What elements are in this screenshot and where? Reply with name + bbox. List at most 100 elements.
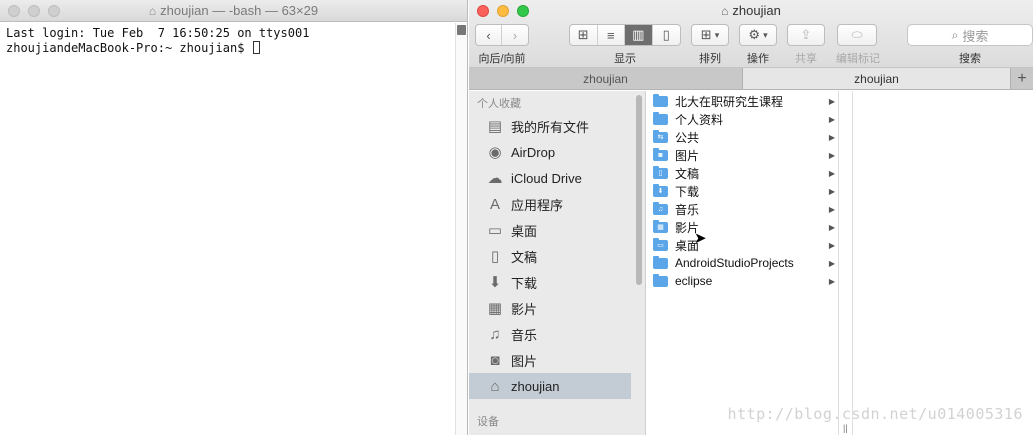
terminal-output[interactable]: Last login: Tue Feb 7 16:50:25 on ttys00… — [0, 23, 455, 435]
columns-icon: ▥ — [632, 27, 645, 42]
sidebar-item-label: 文稿 — [511, 249, 538, 265]
sidebar-item-label: iCloud Drive — [511, 170, 582, 186]
disclosure-arrow-icon: ▶ — [828, 258, 835, 268]
chevron-left-icon: ‹ — [486, 27, 491, 43]
tab-zhoujian-2[interactable]: zhoujian — [743, 68, 1011, 89]
sidebar-item-0[interactable]: ▤ 我的所有文件 — [469, 113, 645, 139]
home-icon: ⌂ — [148, 4, 157, 18]
downloads-icon: ⬇ — [488, 274, 502, 291]
search-input[interactable]: ⌕ 搜索 — [907, 24, 1033, 46]
sidebar-item-1[interactable]: ◉ AirDrop — [469, 139, 645, 165]
folder-icon: ▯ — [653, 165, 668, 179]
chevron-down-icon: ▾ — [714, 29, 720, 40]
disclosure-arrow-icon: ▶ — [828, 186, 835, 196]
list-item[interactable]: ♫ 音乐 ▶ — [647, 200, 838, 218]
sidebar: 个人收藏 ▤ 我的所有文件 ◉ AirDrop ☁ iCloud Drive A 应用程序 ▭ 桌… — [469, 91, 646, 435]
list-item[interactable]: AndroidStudioProjects ▶ — [647, 254, 838, 272]
list-icon: ≡ — [606, 27, 615, 43]
arrange-label: 排列 — [699, 53, 721, 65]
documents-icon: ▯ — [490, 248, 500, 265]
list-item[interactable]: ⇆ 公共 ▶ — [647, 128, 838, 146]
share-button[interactable]: ⇪ — [787, 24, 825, 46]
back-button[interactable]: ‹ — [476, 25, 503, 45]
list-item[interactable]: ▦ 影片 ▶ — [647, 218, 838, 236]
sidebar-item-label: AirDrop — [511, 144, 556, 160]
nav-label: 向后/向前 — [478, 53, 526, 65]
desktop-icon: ▭ — [487, 222, 503, 239]
sidebar-item-4[interactable]: ▭ 桌面 — [469, 217, 645, 243]
sidebar-item-5[interactable]: ▯ 文稿 — [469, 243, 645, 269]
list-item[interactable]: 个人资料 ▶ — [647, 110, 838, 128]
column-home-list: 北大在职研究生课程 ▶ 个人资料 ▶ ⇆ 公共 ▶ ◙ 图片 ▶ ▯ 文稿 ▶ ⬇ 下载 ▶ ♫ 音乐 ▶ ▦ 影片 ▶ ▭… — [647, 92, 838, 290]
list-item-label: AndroidStudioProjects — [675, 256, 794, 270]
back-forward-control: ‹ › — [475, 24, 529, 46]
finder-window: ⌂ zhoujian ‹ › 向后/向前 ⊞ ≡ ▥ ▯ 显示 ⊞ ▾ 排列 ⚙ ▾ … — [469, 0, 1033, 435]
list-item[interactable]: ▯ 文稿 ▶ — [647, 164, 838, 182]
terminal-window: ⌂ zhoujian — -bash — 63×29 Last login: Tu… — [0, 0, 468, 435]
home-icon: ⌂ — [721, 4, 729, 18]
sidebar-item-label: 我的所有文件 — [511, 119, 590, 135]
sidebar-scrollbar[interactable] — [636, 95, 642, 285]
sidebar-item-9[interactable]: ◙ 图片 — [469, 347, 645, 373]
list-view-button[interactable]: ≡ — [598, 25, 625, 45]
sidebar-item-6[interactable]: ⬇ 下载 — [469, 269, 645, 295]
share-icon: ⇪ — [800, 27, 812, 42]
sidebar-item-7[interactable]: ▦ 影片 — [469, 295, 645, 321]
disclosure-arrow-icon: ▶ — [828, 204, 835, 214]
forward-button[interactable]: › — [502, 25, 528, 45]
list-item-label: 文稿 — [675, 166, 700, 181]
column-resize-handle[interactable]: || — [843, 423, 848, 433]
sidebar-item-3[interactable]: A 应用程序 — [469, 191, 645, 217]
sidebar-item-8[interactable]: ♫ 音乐 — [469, 321, 645, 347]
action-label: 操作 — [747, 53, 769, 65]
list-item[interactable]: ▭ 桌面 ▶ — [647, 236, 838, 254]
edit-tags-button[interactable]: ⬭ — [837, 24, 877, 46]
column-empty — [839, 91, 853, 435]
terminal-title: ⌂ zhoujian — -bash — 63×29 — [148, 3, 319, 18]
list-item-label: 公共 — [675, 130, 700, 145]
folder-icon — [653, 111, 668, 125]
arrange-button[interactable]: ⊞ ▾ — [691, 24, 729, 46]
terminal-titlebar[interactable]: ⌂ zhoujian — -bash — 63×29 — [0, 0, 467, 22]
sidebar-item-label: 图片 — [511, 353, 538, 369]
cloud-icon: ☁ — [487, 170, 503, 187]
terminal-scrollbar[interactable] — [455, 23, 467, 435]
folder-icon — [653, 93, 668, 107]
list-item[interactable]: 北大在职研究生课程 ▶ — [647, 92, 838, 110]
sidebar-item-10[interactable]: ⌂ zhoujian — [469, 373, 631, 399]
list-item-label: eclipse — [675, 274, 713, 288]
watermark: http://blog.csdn.net/u014005316 — [727, 405, 1023, 423]
chevron-down-icon: ▾ — [763, 29, 768, 40]
icon-view-button[interactable]: ⊞ — [570, 25, 598, 45]
list-item[interactable]: ◙ 图片 ▶ — [647, 146, 838, 164]
disclosure-arrow-icon: ▶ — [828, 222, 835, 232]
sidebar-item-label: 桌面 — [511, 223, 538, 239]
new-tab-button[interactable]: + — [1011, 68, 1033, 89]
share-label: 共享 — [795, 53, 817, 65]
column-home: 北大在职研究生课程 ▶ 个人资料 ▶ ⇆ 公共 ▶ ◙ 图片 ▶ ▯ 文稿 ▶ ⬇ 下载 ▶ ♫ 音乐 ▶ ▦ 影片 ▶ ▭… — [647, 91, 839, 435]
sidebar-list: ▤ 我的所有文件 ◉ AirDrop ☁ iCloud Drive A 应用程序 ▭ 桌面 ▯ 文稿 ⬇… — [469, 113, 645, 399]
terminal-line: Last login: Tue Feb 7 16:50:25 on ttys00… — [6, 26, 310, 40]
folder-icon: ⇆ — [653, 129, 668, 143]
scroll-grip-icon[interactable] — [457, 25, 466, 35]
tag-icon: ⬭ — [851, 27, 863, 42]
pictures-icon: ◙ — [490, 351, 500, 369]
terminal-prompt-line: zhoujiandeMacBook-Pro:~ zhoujian$ — [6, 41, 449, 56]
music-icon: ♫ — [489, 325, 501, 343]
applications-icon: A — [489, 195, 500, 213]
folder-icon: ♫ — [653, 201, 668, 215]
cover-flow-button[interactable]: ▯ — [653, 25, 680, 45]
all-files-icon: ▤ — [487, 118, 503, 135]
tab-zhoujian-1[interactable]: zhoujian — [469, 68, 743, 89]
folder-icon — [653, 273, 668, 287]
list-item[interactable]: eclipse ▶ — [647, 272, 838, 290]
action-button[interactable]: ⚙ ▾ — [739, 24, 777, 46]
finder-toolbar: ⌂ zhoujian ‹ › 向后/向前 ⊞ ≡ ▥ ▯ 显示 ⊞ ▾ 排列 ⚙ ▾ … — [469, 0, 1033, 68]
list-item[interactable]: ⬇ 下载 ▶ — [647, 182, 838, 200]
grid-icon: ⊞ — [577, 27, 589, 42]
cover-flow-icon: ▯ — [662, 27, 670, 42]
gear-icon: ⚙ — [748, 27, 761, 42]
sidebar-item-label: 应用程序 — [511, 197, 564, 213]
column-view-button[interactable]: ▥ — [625, 25, 653, 45]
sidebar-item-2[interactable]: ☁ iCloud Drive — [469, 165, 645, 191]
